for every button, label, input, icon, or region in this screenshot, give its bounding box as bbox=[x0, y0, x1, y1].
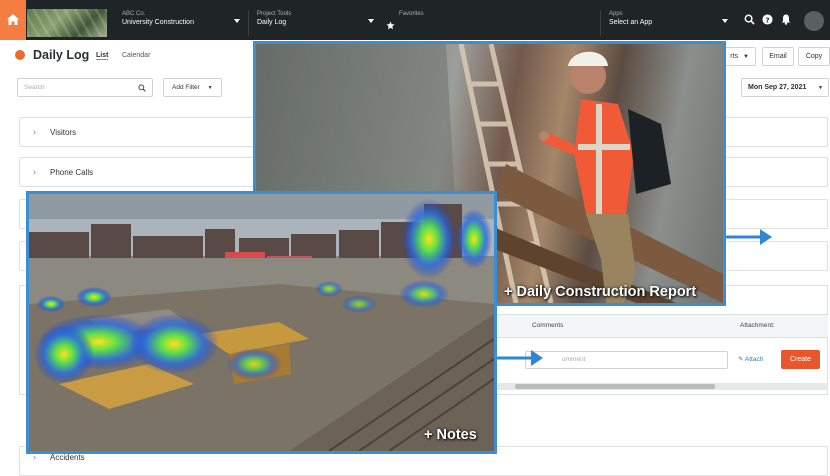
comment-placeholder: omment bbox=[562, 356, 586, 363]
apps-value: Select an App bbox=[609, 19, 653, 26]
copy-button[interactable]: Copy bbox=[798, 47, 830, 66]
home-button[interactable] bbox=[0, 0, 26, 40]
chevron-down-icon: ▼ bbox=[818, 85, 823, 91]
horizontal-scrollbar[interactable] bbox=[495, 383, 828, 390]
chevron-down-icon bbox=[234, 19, 240, 23]
chevron-down-icon bbox=[368, 19, 374, 23]
reports-button[interactable]: rts ▼ bbox=[722, 47, 756, 66]
date-picker[interactable]: Mon Sep 27, 2021 ▼ bbox=[741, 78, 829, 97]
site-photo-illustration bbox=[29, 194, 494, 451]
apps-selector[interactable]: Apps Select an App bbox=[600, 10, 734, 36]
company-selector[interactable]: ABC Co. University Construction bbox=[114, 10, 246, 36]
scrollbar-thumb[interactable] bbox=[515, 384, 715, 389]
email-button[interactable]: Email bbox=[762, 47, 794, 66]
top-bar: ABC Co. University Construction Project … bbox=[0, 0, 830, 40]
section-label: Phone Calls bbox=[50, 168, 94, 177]
home-icon bbox=[7, 14, 19, 25]
search-placeholder: Search bbox=[24, 84, 45, 91]
arrow-right-icon bbox=[726, 229, 772, 245]
tab-list[interactable]: List bbox=[96, 52, 109, 60]
section-label: Visitors bbox=[50, 128, 77, 137]
chevron-down-icon bbox=[722, 19, 728, 23]
section-label: Accidents bbox=[50, 453, 85, 462]
notes-caption: + Notes bbox=[424, 427, 477, 443]
gear-icon bbox=[15, 50, 25, 60]
star-icon bbox=[386, 21, 395, 30]
arrow-right-icon bbox=[497, 350, 543, 366]
date-value: Mon Sep 27, 2021 bbox=[748, 84, 807, 91]
paperclip-icon: ✎ bbox=[738, 356, 745, 363]
svg-text:?: ? bbox=[765, 15, 769, 24]
chevron-down-icon: ▼ bbox=[743, 53, 749, 60]
search-icon[interactable] bbox=[744, 14, 755, 25]
column-header-attachments: Attachment: bbox=[740, 322, 775, 329]
help-icon[interactable]: ? bbox=[762, 14, 773, 25]
tab-calendar[interactable]: Calendar bbox=[122, 52, 150, 59]
tools-label: Project Tools bbox=[257, 11, 292, 17]
company-value: University Construction bbox=[122, 19, 194, 26]
search-input[interactable]: Search bbox=[17, 78, 153, 97]
avatar[interactable] bbox=[804, 11, 824, 31]
page-title: Daily Log bbox=[33, 48, 90, 62]
add-filter-button[interactable]: Add Filter ▼ bbox=[163, 78, 222, 97]
attach-link[interactable]: ✎ Attach bbox=[738, 355, 763, 363]
company-label: ABC Co. bbox=[122, 11, 146, 17]
chevron-right-icon: › bbox=[33, 127, 36, 137]
add-filter-label: Add Filter bbox=[172, 84, 200, 91]
project-tools-selector[interactable]: Project Tools Daily Log bbox=[248, 10, 380, 36]
chevron-down-icon: ▼ bbox=[207, 85, 213, 91]
comment-input[interactable]: omment bbox=[525, 351, 728, 369]
report-caption: + Daily Construction Report bbox=[504, 284, 697, 300]
search-icon bbox=[138, 84, 146, 92]
column-header-comments: Comments bbox=[532, 322, 564, 329]
reports-label: rts bbox=[730, 53, 739, 60]
bell-icon[interactable] bbox=[781, 14, 791, 25]
tools-value: Daily Log bbox=[257, 19, 287, 26]
project-thumbnail[interactable] bbox=[27, 9, 107, 37]
chevron-right-icon: › bbox=[33, 167, 36, 177]
favorites-label: Favorites bbox=[399, 11, 424, 17]
site-heatmap-photo: + Notes bbox=[26, 191, 497, 454]
attach-label: Attach bbox=[744, 356, 764, 363]
create-button[interactable]: Create bbox=[781, 350, 820, 369]
apps-label: Apps bbox=[609, 11, 623, 17]
favorites-menu[interactable]: Favorites bbox=[384, 10, 584, 36]
